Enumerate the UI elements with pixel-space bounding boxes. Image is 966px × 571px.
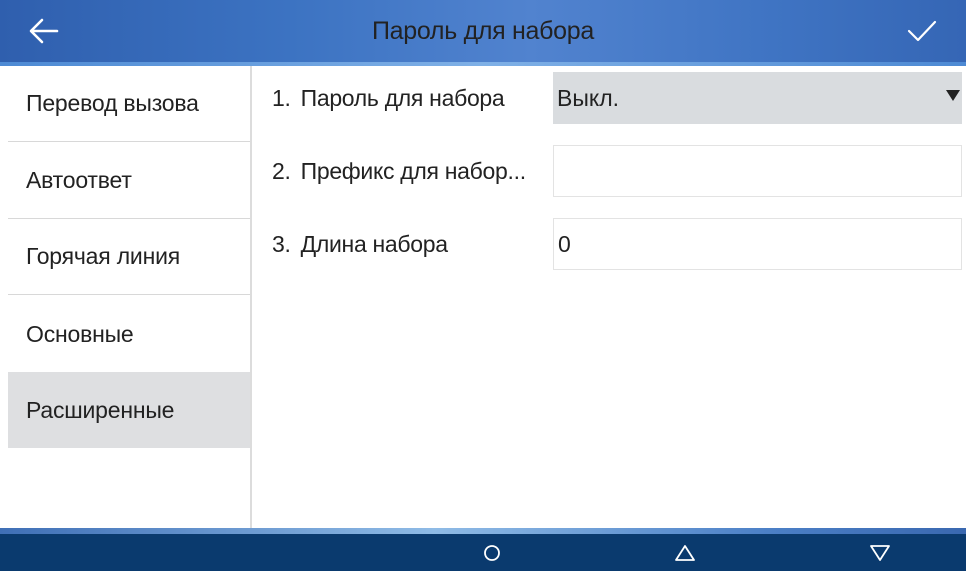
dial-password-dropdown[interactable]: Выкл. bbox=[553, 72, 962, 124]
row-label-text: Префикс для набор... bbox=[300, 158, 527, 184]
row-label-text: Длина набора bbox=[300, 231, 448, 257]
scroll-down-button[interactable] bbox=[852, 534, 908, 571]
sidebar-item-label: Расширенные bbox=[26, 396, 175, 423]
sidebar-item-label: Горячая линия bbox=[26, 243, 180, 269]
input-value: 0 bbox=[558, 230, 571, 257]
sidebar-item-call-forward[interactable]: Перевод вызова bbox=[8, 66, 250, 142]
scroll-up-button[interactable] bbox=[657, 534, 713, 571]
dial-length-label: 3. Длина набора bbox=[272, 218, 552, 270]
sidebar-divider bbox=[250, 66, 252, 528]
dial-password-label: 1. Пароль для набора bbox=[272, 72, 552, 124]
row-number: 3. bbox=[272, 231, 291, 257]
back-button[interactable] bbox=[12, 6, 76, 56]
sidebar-item-hotline[interactable]: Горячая линия bbox=[8, 219, 250, 295]
confirm-button[interactable] bbox=[890, 6, 954, 56]
sidebar-item-advanced[interactable]: Расширенные bbox=[8, 372, 250, 448]
up-triangle-icon bbox=[675, 544, 695, 561]
dropdown-arrow-icon bbox=[946, 90, 960, 101]
title-bar bbox=[0, 0, 966, 62]
sidebar-item-basic[interactable]: Основные bbox=[8, 296, 250, 372]
dropdown-value: Выкл. bbox=[557, 84, 620, 111]
row-number: 2. bbox=[272, 158, 291, 184]
home-circle-icon bbox=[484, 544, 500, 561]
row-label-text: Пароль для набора bbox=[300, 85, 505, 111]
sidebar-item-label: Автоответ bbox=[26, 167, 132, 193]
sidebar-item-label: Основные bbox=[26, 320, 134, 347]
dial-prefix-input[interactable] bbox=[553, 145, 962, 197]
dial-prefix-label: 2. Префикс для набор... bbox=[272, 145, 552, 197]
dial-length-input[interactable]: 0 bbox=[553, 218, 962, 270]
checkmark-icon bbox=[907, 20, 937, 42]
down-triangle-icon bbox=[870, 544, 890, 561]
sidebar-item-label: Перевод вызова bbox=[26, 90, 199, 116]
sidebar-item-auto-answer[interactable]: Автоответ bbox=[8, 143, 250, 219]
arrow-left-icon bbox=[29, 18, 59, 44]
row-number: 1. bbox=[272, 85, 291, 111]
home-button[interactable] bbox=[464, 534, 520, 571]
